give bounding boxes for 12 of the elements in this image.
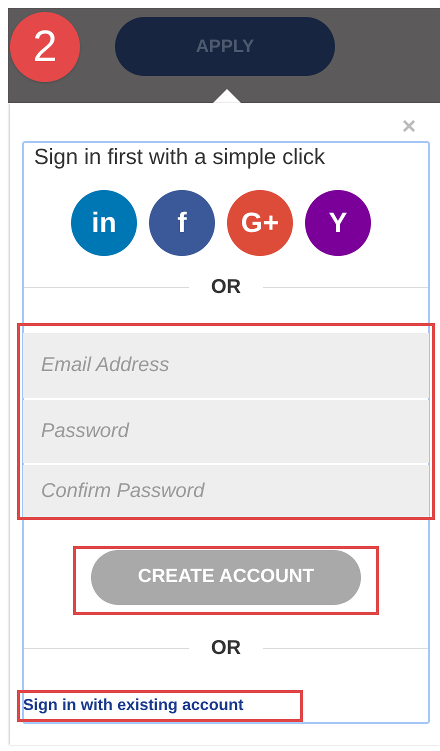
social-login-button[interactable]: Y	[305, 190, 371, 256]
or-divider-label: OR	[210, 638, 242, 658]
or-divider-label: OR	[210, 277, 242, 297]
input-field[interactable]: Password	[23, 400, 429, 463]
social-login-button[interactable]: f	[149, 190, 215, 256]
step-badge: 2	[10, 12, 80, 82]
heading: Sign in first with a simple click	[33, 143, 326, 171]
input-field[interactable]: Email Address	[23, 333, 429, 398]
input-field[interactable]: Confirm Password	[23, 465, 429, 517]
social-login-button[interactable]: in	[71, 190, 137, 256]
signin-link[interactable]: Sign in with existing account	[23, 694, 244, 718]
social-login-button[interactable]: G+	[227, 190, 293, 256]
